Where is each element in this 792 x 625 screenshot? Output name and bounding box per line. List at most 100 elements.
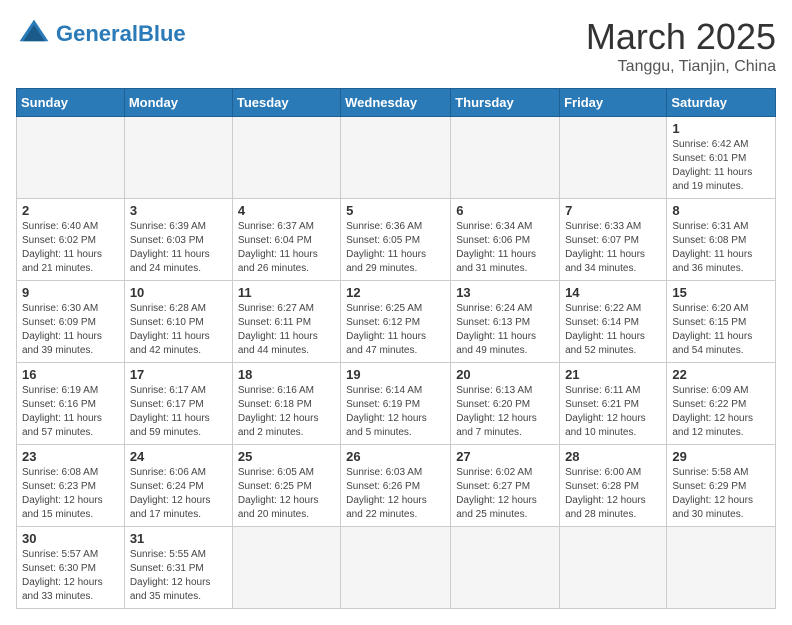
day-number: 13 bbox=[456, 285, 554, 300]
week-row-2: 2Sunrise: 6:40 AM Sunset: 6:02 PM Daylig… bbox=[17, 199, 776, 281]
day-info: Sunrise: 6:13 AM Sunset: 6:20 PM Dayligh… bbox=[456, 384, 554, 440]
day-number: 11 bbox=[238, 285, 335, 300]
day-number: 5 bbox=[346, 203, 445, 218]
day-number: 22 bbox=[672, 367, 770, 382]
day-info: Sunrise: 6:28 AM Sunset: 6:10 PM Dayligh… bbox=[130, 302, 227, 358]
calendar-cell bbox=[560, 527, 667, 609]
calendar-cell bbox=[232, 117, 340, 199]
logo-general: General bbox=[56, 21, 138, 46]
logo-text: GeneralBlue bbox=[56, 23, 186, 45]
day-number: 12 bbox=[346, 285, 445, 300]
day-info: Sunrise: 6:22 AM Sunset: 6:14 PM Dayligh… bbox=[565, 302, 661, 358]
day-number: 1 bbox=[672, 121, 770, 136]
weekday-header-thursday: Thursday bbox=[451, 89, 560, 117]
calendar-cell bbox=[451, 527, 560, 609]
calendar-cell: 8 Sunrise: 6:31 AM Sunset: 6:08 PM Daylig… bbox=[667, 199, 776, 281]
calendar-cell: 21Sunrise: 6:11 AM Sunset: 6:21 PM Dayli… bbox=[560, 363, 667, 445]
calendar-cell: 15 Sunrise: 6:20 AM Sunset: 6:15 PM Dayli… bbox=[667, 281, 776, 363]
day-info: Sunrise: 6:39 AM Sunset: 6:03 PM Dayligh… bbox=[130, 220, 227, 276]
calendar-cell: 9Sunrise: 6:30 AM Sunset: 6:09 PM Daylig… bbox=[17, 281, 125, 363]
day-info: Sunrise: 6:24 AM Sunset: 6:13 PM Dayligh… bbox=[456, 302, 554, 358]
calendar-cell: 20 Sunrise: 6:13 AM Sunset: 6:20 PM Dayli… bbox=[451, 363, 560, 445]
weekday-header-saturday: Saturday bbox=[667, 89, 776, 117]
day-number: 15 bbox=[672, 285, 770, 300]
week-row-1: 1Sunrise: 6:42 AM Sunset: 6:01 PM Daylig… bbox=[17, 117, 776, 199]
day-number: 16 bbox=[22, 367, 119, 382]
calendar-cell: 17 Sunrise: 6:17 AM Sunset: 6:17 PM Dayli… bbox=[124, 363, 232, 445]
weekday-header-wednesday: Wednesday bbox=[341, 89, 451, 117]
calendar-cell: 27Sunrise: 6:02 AM Sunset: 6:27 PM Dayli… bbox=[451, 445, 560, 527]
calendar-cell: 18 Sunrise: 6:16 AM Sunset: 6:18 PM Dayli… bbox=[232, 363, 340, 445]
day-number: 20 bbox=[456, 367, 554, 382]
day-info: Sunrise: 5:57 AM Sunset: 6:30 PM Dayligh… bbox=[22, 548, 119, 604]
calendar-cell: 29 Sunrise: 5:58 AM Sunset: 6:29 PM Dayli… bbox=[667, 445, 776, 527]
calendar-cell: 31Sunrise: 5:55 AM Sunset: 6:31 PM Dayli… bbox=[124, 527, 232, 609]
day-info: Sunrise: 6:31 AM Sunset: 6:08 PM Dayligh… bbox=[672, 220, 770, 276]
day-info: Sunrise: 6:36 AM Sunset: 6:05 PM Dayligh… bbox=[346, 220, 445, 276]
month-title: March 2025 bbox=[586, 16, 776, 58]
calendar-cell: 4 Sunrise: 6:37 AM Sunset: 6:04 PM Daylig… bbox=[232, 199, 340, 281]
calendar: SundayMondayTuesdayWednesdayThursdayFrid… bbox=[16, 88, 776, 609]
page-header: GeneralBlue March 2025 Tanggu, Tianjin, … bbox=[16, 16, 776, 76]
calendar-cell bbox=[560, 117, 667, 199]
day-number: 25 bbox=[238, 449, 335, 464]
day-number: 6 bbox=[456, 203, 554, 218]
calendar-cell bbox=[341, 117, 451, 199]
week-row-5: 23Sunrise: 6:08 AM Sunset: 6:23 PM Dayli… bbox=[17, 445, 776, 527]
calendar-cell: 22 Sunrise: 6:09 AM Sunset: 6:22 PM Dayli… bbox=[667, 363, 776, 445]
week-row-4: 16Sunrise: 6:19 AM Sunset: 6:16 PM Dayli… bbox=[17, 363, 776, 445]
day-info: Sunrise: 6:20 AM Sunset: 6:15 PM Dayligh… bbox=[672, 302, 770, 358]
day-number: 19 bbox=[346, 367, 445, 382]
day-number: 8 bbox=[672, 203, 770, 218]
day-number: 3 bbox=[130, 203, 227, 218]
calendar-cell: 16Sunrise: 6:19 AM Sunset: 6:16 PM Dayli… bbox=[17, 363, 125, 445]
day-info: Sunrise: 6:08 AM Sunset: 6:23 PM Dayligh… bbox=[22, 466, 119, 522]
calendar-cell: 13 Sunrise: 6:24 AM Sunset: 6:13 PM Dayli… bbox=[451, 281, 560, 363]
calendar-cell: 30 Sunrise: 5:57 AM Sunset: 6:30 PM Dayli… bbox=[17, 527, 125, 609]
day-number: 24 bbox=[130, 449, 227, 464]
calendar-cell: 6Sunrise: 6:34 AM Sunset: 6:06 PM Daylig… bbox=[451, 199, 560, 281]
day-info: Sunrise: 6:17 AM Sunset: 6:17 PM Dayligh… bbox=[130, 384, 227, 440]
day-info: Sunrise: 6:05 AM Sunset: 6:25 PM Dayligh… bbox=[238, 466, 335, 522]
calendar-cell: 1Sunrise: 6:42 AM Sunset: 6:01 PM Daylig… bbox=[667, 117, 776, 199]
calendar-cell: 5 Sunrise: 6:36 AM Sunset: 6:05 PM Daylig… bbox=[341, 199, 451, 281]
calendar-cell bbox=[451, 117, 560, 199]
calendar-cell bbox=[667, 527, 776, 609]
day-info: Sunrise: 6:09 AM Sunset: 6:22 PM Dayligh… bbox=[672, 384, 770, 440]
day-info: Sunrise: 6:25 AM Sunset: 6:12 PM Dayligh… bbox=[346, 302, 445, 358]
day-number: 21 bbox=[565, 367, 661, 382]
day-info: Sunrise: 6:06 AM Sunset: 6:24 PM Dayligh… bbox=[130, 466, 227, 522]
title-block: March 2025 Tanggu, Tianjin, China bbox=[586, 16, 776, 76]
calendar-cell bbox=[17, 117, 125, 199]
day-number: 29 bbox=[672, 449, 770, 464]
logo: GeneralBlue bbox=[16, 16, 186, 52]
weekday-header-friday: Friday bbox=[560, 89, 667, 117]
day-number: 18 bbox=[238, 367, 335, 382]
calendar-cell: 26Sunrise: 6:03 AM Sunset: 6:26 PM Dayli… bbox=[341, 445, 451, 527]
day-number: 17 bbox=[130, 367, 227, 382]
week-row-6: 30 Sunrise: 5:57 AM Sunset: 6:30 PM Dayli… bbox=[17, 527, 776, 609]
calendar-cell: 12 Sunrise: 6:25 AM Sunset: 6:12 PM Dayli… bbox=[341, 281, 451, 363]
day-number: 14 bbox=[565, 285, 661, 300]
day-info: Sunrise: 6:30 AM Sunset: 6:09 PM Dayligh… bbox=[22, 302, 119, 358]
day-number: 10 bbox=[130, 285, 227, 300]
week-row-3: 9Sunrise: 6:30 AM Sunset: 6:09 PM Daylig… bbox=[17, 281, 776, 363]
day-number: 28 bbox=[565, 449, 661, 464]
calendar-cell: 10 Sunrise: 6:28 AM Sunset: 6:10 PM Dayli… bbox=[124, 281, 232, 363]
calendar-cell: 7Sunrise: 6:33 AM Sunset: 6:07 PM Daylig… bbox=[560, 199, 667, 281]
day-number: 27 bbox=[456, 449, 554, 464]
day-info: Sunrise: 6:16 AM Sunset: 6:18 PM Dayligh… bbox=[238, 384, 335, 440]
day-number: 4 bbox=[238, 203, 335, 218]
day-info: Sunrise: 5:58 AM Sunset: 6:29 PM Dayligh… bbox=[672, 466, 770, 522]
weekday-header-tuesday: Tuesday bbox=[232, 89, 340, 117]
calendar-cell: 14 Sunrise: 6:22 AM Sunset: 6:14 PM Dayli… bbox=[560, 281, 667, 363]
calendar-cell: 24 Sunrise: 6:06 AM Sunset: 6:24 PM Dayli… bbox=[124, 445, 232, 527]
logo-blue: Blue bbox=[138, 21, 186, 46]
calendar-cell bbox=[124, 117, 232, 199]
day-info: Sunrise: 6:37 AM Sunset: 6:04 PM Dayligh… bbox=[238, 220, 335, 276]
calendar-cell: 28Sunrise: 6:00 AM Sunset: 6:28 PM Dayli… bbox=[560, 445, 667, 527]
day-number: 30 bbox=[22, 531, 119, 546]
day-info: Sunrise: 6:33 AM Sunset: 6:07 PM Dayligh… bbox=[565, 220, 661, 276]
day-info: Sunrise: 6:14 AM Sunset: 6:19 PM Dayligh… bbox=[346, 384, 445, 440]
day-info: Sunrise: 6:40 AM Sunset: 6:02 PM Dayligh… bbox=[22, 220, 119, 276]
